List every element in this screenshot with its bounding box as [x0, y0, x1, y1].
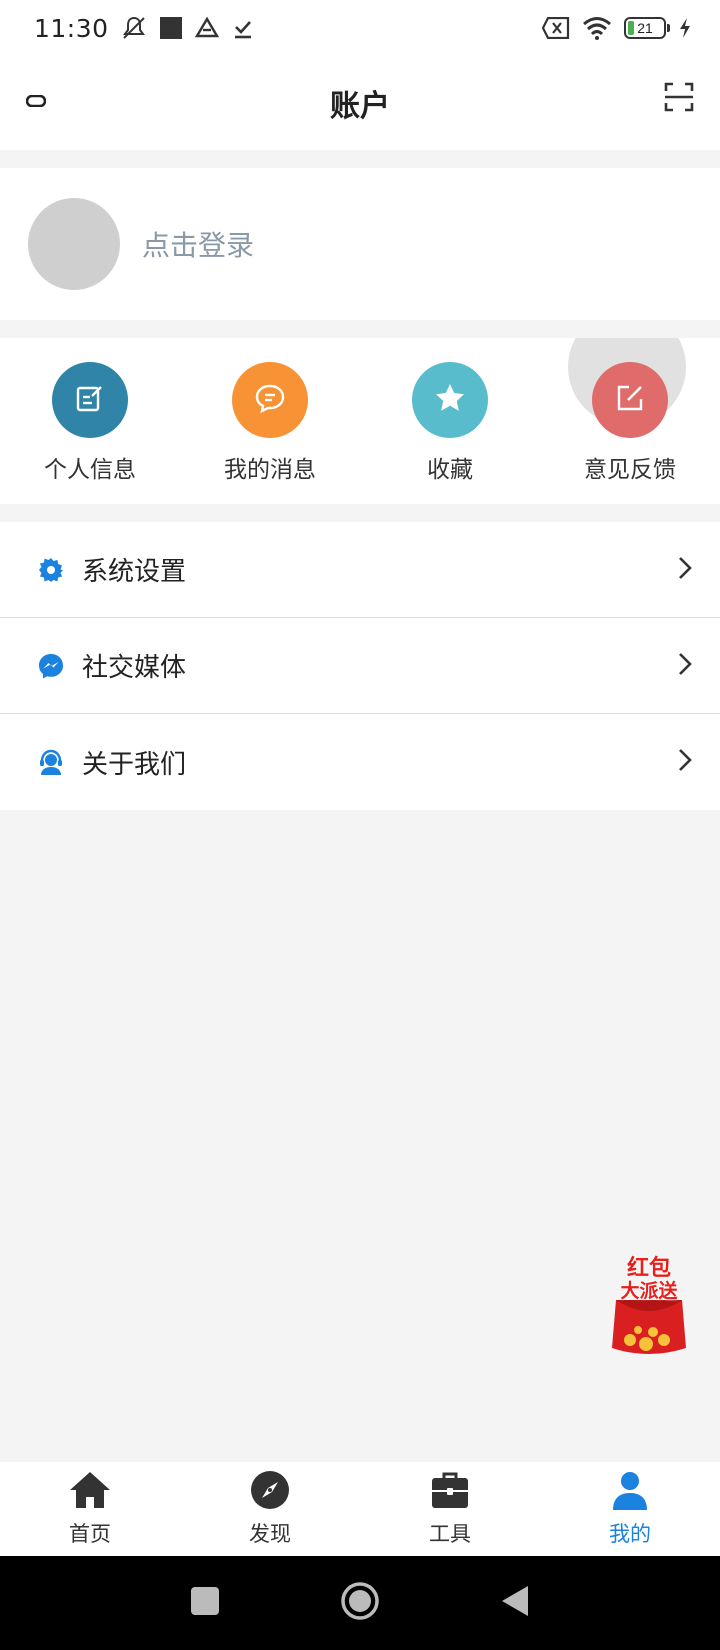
app-header: 账户 [0, 56, 720, 150]
home-button[interactable] [340, 1581, 380, 1625]
chevron-right-icon [678, 556, 692, 584]
menu-list: 系统设置 社交媒体 关于我们 [0, 522, 720, 810]
page-title: 账户 [330, 89, 390, 124]
battery-icon: 21 [624, 17, 670, 39]
status-time: 11:30 [34, 13, 109, 43]
edit-square-icon [615, 383, 645, 417]
menu-item-label: 系统设置 [82, 557, 187, 587]
nav-tab-home[interactable]: 首页 [0, 1462, 180, 1556]
chevron-right-icon [678, 748, 692, 776]
menu-item-label: 关于我们 [82, 749, 187, 780]
toolbox-icon [430, 1470, 470, 1514]
quick-action-profile-info[interactable]: 个人信息 [0, 338, 180, 504]
quick-action-label: 个人信息 [44, 457, 136, 483]
square-icon [159, 16, 183, 40]
star-icon [434, 382, 466, 418]
nav-tab-mine[interactable]: 我的 [540, 1462, 720, 1556]
status-left: 11:30 [34, 14, 255, 43]
quick-action-favorites[interactable]: 收藏 [360, 338, 540, 504]
quick-action-circle[interactable] [52, 362, 128, 438]
nav-tab-label: 我的 [609, 1522, 651, 1546]
home-icon [68, 1470, 112, 1514]
battery-level: 21 [637, 20, 653, 36]
gear-icon [36, 555, 66, 585]
quick-action-feedback[interactable]: 意见反馈 [540, 338, 720, 504]
recents-button[interactable] [190, 1586, 220, 1620]
download-done-icon [231, 16, 255, 40]
back-button[interactable] [500, 1584, 530, 1622]
quick-action-circle[interactable] [412, 362, 488, 438]
drive-icon [194, 16, 219, 40]
quick-action-label: 收藏 [427, 457, 473, 483]
red-packet-line2: 大派送 [620, 1280, 678, 1302]
chevron-right-icon [678, 652, 692, 680]
quick-action-messages[interactable]: 我的消息 [180, 338, 360, 504]
compass-icon [250, 1470, 290, 1514]
scan-icon[interactable] [664, 82, 694, 116]
menu-item-label: 社交媒体 [82, 653, 187, 683]
profile-card[interactable]: 点击登录 [0, 168, 720, 320]
charging-icon [678, 17, 692, 39]
nav-tab-tools[interactable]: 工具 [360, 1462, 540, 1556]
quick-action-label: 我的消息 [224, 457, 316, 483]
battery-fill [628, 21, 634, 35]
quick-actions: 个人信息 我的消息 收藏 意见反馈 [0, 338, 720, 504]
quick-action-label: 意见反馈 [584, 457, 676, 483]
quick-action-circle[interactable] [592, 362, 668, 438]
minus-icon[interactable] [25, 92, 47, 111]
avatar[interactable] [28, 198, 120, 290]
menu-item-about-us[interactable]: 关于我们 [0, 714, 720, 810]
person-icon [610, 1470, 650, 1514]
status-right: 21 [542, 16, 692, 40]
chat-bubble-icon [254, 382, 286, 418]
support-agent-icon [36, 747, 66, 777]
edit-note-icon [75, 383, 105, 417]
no-sim-icon [542, 17, 570, 39]
quick-action-circle[interactable] [232, 362, 308, 438]
nav-tab-discover[interactable]: 发现 [180, 1462, 360, 1556]
nav-tab-label: 首页 [69, 1522, 111, 1546]
wifi-icon [582, 16, 612, 40]
menu-item-system-settings[interactable]: 系统设置 [0, 522, 720, 618]
status-bar: 11:30 21 [0, 0, 720, 56]
system-nav-bar [0, 1556, 720, 1650]
nav-tab-label: 工具 [429, 1522, 471, 1546]
bottom-nav: 首页 发现 工具 我的 [0, 1462, 720, 1556]
red-packet-text: 红包 大派送 [606, 1258, 692, 1301]
login-link[interactable]: 点击登录 [142, 224, 254, 264]
mute-icon [121, 15, 147, 41]
red-packet-line1: 红包 [626, 1256, 671, 1281]
red-packet-button[interactable]: 红包 大派送 [606, 1256, 692, 1360]
messenger-icon [36, 651, 66, 681]
menu-item-social-media[interactable]: 社交媒体 [0, 618, 720, 714]
nav-tab-label: 发现 [249, 1522, 291, 1546]
